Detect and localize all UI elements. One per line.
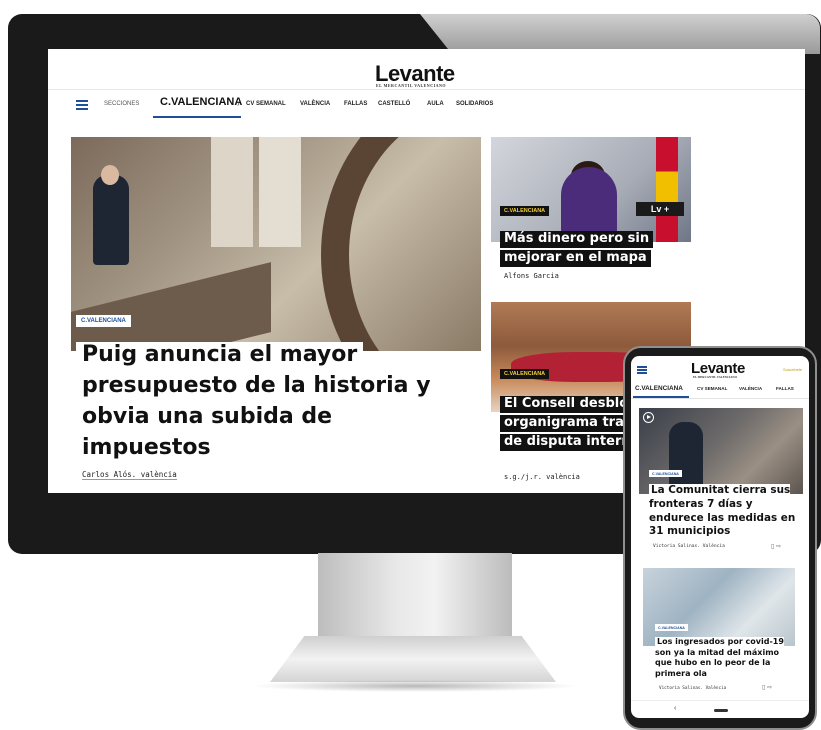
home-pill-icon[interactable]: [714, 709, 728, 712]
side-story-1-headline-text[interactable]: Más dinero pero sin mejorar en el mapa: [500, 231, 654, 267]
photo-stairs: [71, 262, 271, 351]
mobile-story-2-image[interactable]: [643, 568, 795, 646]
side-story-1-tag[interactable]: C.VALENCIANA: [500, 206, 550, 216]
mobile-story-2-tag[interactable]: C.VALENCIANA: [655, 624, 688, 631]
monitor-stand-neck: [318, 553, 512, 639]
share-icon[interactable]: ▯ ⇨: [771, 543, 781, 550]
back-icon[interactable]: ‹: [674, 705, 676, 712]
menu-icon[interactable]: [637, 366, 647, 374]
mobile-story-1-headline-text[interactable]: La Comunitat cierra sus fronteras 7 días…: [649, 484, 796, 538]
nav-item-valencia[interactable]: VALÈNCIA: [300, 101, 330, 107]
mobile-story-2-byline: Victoria Salinas. València: [659, 686, 727, 691]
photo-arch: [321, 137, 481, 351]
mobile-nav-active-section[interactable]: C.VALENCIANA: [635, 385, 683, 392]
mobile-story-1-image[interactable]: [639, 408, 803, 494]
phone-screen: Levante EL MERCANTIL VALENCIANO Suscríbe…: [631, 356, 809, 718]
nav-item-aula[interactable]: AULA: [427, 101, 444, 107]
chevron-right-icon: ›: [237, 99, 240, 108]
main-story-tag[interactable]: C.VALENCIANA: [76, 315, 131, 327]
mobile-story-1-byline: Victoria Salinas. València: [653, 544, 725, 549]
active-underline: [633, 396, 689, 398]
nav-active-section[interactable]: C.VALENCIANA: [160, 96, 242, 108]
mobile-nav-item-cv-semanal[interactable]: CV SEMANAL: [697, 386, 727, 391]
nav-item-cv-semanal[interactable]: CV SEMANAL: [246, 101, 286, 107]
photo-person: [93, 175, 129, 265]
side-story-1-byline: Alfons Garcia: [504, 272, 559, 280]
play-icon[interactable]: [643, 412, 654, 423]
nav-item-solidarios[interactable]: SOLIDARIOS: [456, 101, 493, 107]
main-story-byline: Carlos Alós. valència: [82, 470, 177, 480]
mobile-section-nav: C.VALENCIANA CV SEMANAL VALÈNCIA FALLAS: [631, 382, 809, 399]
mobile-story-2-headline-text[interactable]: Los ingresados por covid-19 son ya la mi…: [655, 637, 784, 678]
photo-window: [211, 137, 253, 247]
mobile-story-1-tag[interactable]: C.VALENCIANA: [649, 470, 682, 477]
mobile-nav-item-fallas[interactable]: FALLAS: [776, 386, 794, 391]
premium-badge: Lv +: [636, 202, 684, 216]
mobile-story-1-headline[interactable]: La Comunitat cierra sus fronteras 7 días…: [649, 484, 807, 539]
side-story-1-headline[interactable]: Más dinero pero sin mejorar en el mapa: [500, 229, 680, 267]
system-nav-bar: ‹: [631, 700, 809, 718]
photo-window: [259, 137, 301, 247]
side-story-2-tag[interactable]: C.VALENCIANA: [500, 369, 550, 379]
side-story-2-byline: s.g./j.r. valència: [504, 473, 580, 481]
monitor-shadow: [250, 680, 580, 692]
main-story-headline-text[interactable]: Puig anuncia el mayor presupuesto de la …: [76, 342, 437, 462]
share-icon[interactable]: ▯ ⇨: [762, 684, 772, 691]
nav-item-castello[interactable]: CASTELLÓ: [378, 101, 410, 107]
mobile-subscribe-link[interactable]: Suscríbete: [783, 367, 802, 372]
nav-item-fallas[interactable]: FALLAS: [344, 101, 367, 107]
mobile-story-2-headline[interactable]: Los ingresados por covid-19 son ya la mi…: [655, 637, 795, 679]
monitor-glare: [420, 14, 820, 54]
monitor-stand-base: [270, 636, 556, 682]
nav-secciones[interactable]: SECCIONES: [104, 101, 139, 107]
active-underline: [153, 116, 241, 118]
mobile-logo-subtitle: EL MERCANTIL VALENCIANO: [693, 375, 737, 379]
photo-flag: [656, 137, 678, 242]
photo-person-head: [101, 165, 119, 185]
site-logo-subtitle: EL MERCANTIL VALENCIANO: [376, 83, 447, 88]
section-nav: SECCIONES C.VALENCIANA › CV SEMANAL VALÈ…: [48, 89, 805, 120]
menu-icon[interactable]: [76, 100, 88, 110]
mobile-nav-item-valencia[interactable]: VALÈNCIA: [739, 386, 762, 391]
side-story-1-image[interactable]: Lv +: [491, 137, 691, 242]
main-story-image[interactable]: [71, 137, 481, 351]
main-story-headline[interactable]: Puig anuncia el mayor presupuesto de la …: [76, 339, 456, 463]
